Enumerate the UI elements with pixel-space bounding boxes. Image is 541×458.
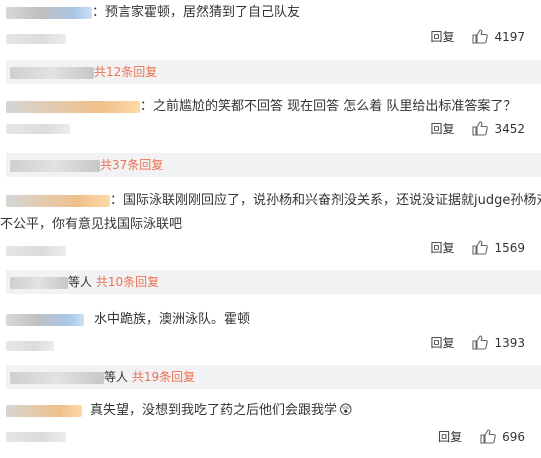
like-count: 3452 xyxy=(494,121,525,136)
comment-4-content: 水中跪族，澳洲泳队。霍顿 xyxy=(6,311,535,329)
comment-actions: 回复 4197 xyxy=(430,28,525,45)
comment-3: ：国际泳联刚刚回应了，说孙杨和兴奋剂没关系，还说没证据就judge孙杨对他 不公… xyxy=(0,186,541,266)
more-replies-link[interactable]: 共12条回复 xyxy=(94,65,157,79)
timestamp-blurred xyxy=(6,432,66,442)
like-button[interactable]: 4197 xyxy=(472,29,525,44)
like-button[interactable]: 1569 xyxy=(472,240,525,255)
comment-text-line2: 不公平，你有意见找国际泳联吧 xyxy=(0,217,183,232)
like-count: 696 xyxy=(502,429,525,444)
reply-button[interactable]: 回复 xyxy=(438,428,462,445)
comment-3-content: ：国际泳联刚刚回应了，说孙杨和兴奋剂没关系，还说没证据就judge孙杨对他 xyxy=(6,192,541,210)
reply-button[interactable]: 回复 xyxy=(430,120,454,137)
sub-reply-bar-2[interactable]: 共37条回复 xyxy=(6,153,541,177)
comment-text-line1: ：国际泳联刚刚回应了，说孙杨和兴奋剂没关系，还说没证据就judge孙杨对他 xyxy=(110,193,541,208)
comment-actions: 回复 3452 xyxy=(430,120,525,137)
reply-button[interactable]: 回复 xyxy=(430,28,454,45)
username-blurred[interactable] xyxy=(6,100,140,113)
like-button[interactable]: 1393 xyxy=(472,335,525,350)
thumbs-up-icon xyxy=(472,29,489,44)
like-count: 1393 xyxy=(494,335,525,350)
comment-1-content: ：预言家霍顿，居然猜到了自己队友 xyxy=(6,4,535,22)
comment-4: 水中跪族，澳洲泳队。霍顿 回复 1393 xyxy=(0,303,541,361)
reply-users-blurred xyxy=(10,371,104,384)
username-blurred[interactable] xyxy=(6,313,84,326)
like-count: 1569 xyxy=(494,240,525,255)
timestamp-blurred xyxy=(6,341,54,351)
comment-1: ：预言家霍顿，居然猜到了自己队友 回复 4197 xyxy=(0,0,541,60)
thumbs-up-icon xyxy=(480,429,496,444)
reply-users-blurred xyxy=(10,66,94,79)
reply-users-suffix: 等人 xyxy=(104,370,129,384)
comment-actions: 回复 696 xyxy=(438,428,525,445)
like-button[interactable]: 696 xyxy=(480,429,525,444)
comment-actions: 回复 1569 xyxy=(430,239,525,256)
reply-button[interactable]: 回复 xyxy=(430,239,454,256)
reply-users-blurred xyxy=(10,159,100,172)
timestamp-blurred xyxy=(6,124,70,134)
sub-reply-bar-3[interactable]: 等人 共10条回复 xyxy=(6,270,541,294)
timestamp-blurred xyxy=(6,34,66,44)
like-count: 4197 xyxy=(494,29,525,44)
thumbs-up-icon xyxy=(472,335,489,350)
more-replies-link[interactable]: 共19条回复 xyxy=(132,370,195,384)
comment-5-content: 真失望，没想到我吃了药之后他们会跟我学 😲 xyxy=(6,402,535,420)
comment-2: ：之前尴尬的笑都不回答 现在回答 怎么着 队里给出标准答案了？ 回复 3452 xyxy=(0,92,541,152)
comment-text: 水中跪族，澳洲泳队。霍顿 xyxy=(94,312,251,327)
sub-reply-bar-4[interactable]: 等人 共19条回复 xyxy=(6,365,541,389)
more-replies-link[interactable]: 共37条回复 xyxy=(100,158,163,172)
thumbs-up-icon xyxy=(472,240,489,255)
reply-button[interactable]: 回复 xyxy=(430,334,454,351)
shocked-emoji-icon: 😲 xyxy=(339,403,353,418)
sub-reply-bar-1[interactable]: 共12条回复 xyxy=(6,60,541,84)
comment-5: 真失望，没想到我吃了药之后他们会跟我学 😲 回复 696 xyxy=(0,398,541,458)
more-replies-link[interactable]: 共10条回复 xyxy=(96,275,159,289)
comment-3-content-cont: 不公平，你有意见找国际泳联吧 xyxy=(0,216,535,234)
reply-users-suffix: 等人 xyxy=(68,275,93,289)
thumbs-up-icon xyxy=(472,121,489,136)
comment-text: 真失望，没想到我吃了药之后他们会跟我学 xyxy=(90,403,338,418)
comment-text: ：预言家霍顿，居然猜到了自己队友 xyxy=(92,5,301,20)
username-blurred[interactable] xyxy=(6,194,110,207)
username-blurred[interactable] xyxy=(6,6,92,19)
comment-2-content: ：之前尴尬的笑都不回答 现在回答 怎么着 队里给出标准答案了？ xyxy=(6,98,535,116)
timestamp-blurred xyxy=(6,246,66,256)
username-blurred[interactable] xyxy=(6,404,82,417)
comment-actions: 回复 1393 xyxy=(430,334,525,351)
like-button[interactable]: 3452 xyxy=(472,121,525,136)
comment-text: ：之前尴尬的笑都不回答 现在回答 怎么着 队里给出标准答案了？ xyxy=(140,99,517,114)
reply-users-blurred xyxy=(10,276,68,289)
